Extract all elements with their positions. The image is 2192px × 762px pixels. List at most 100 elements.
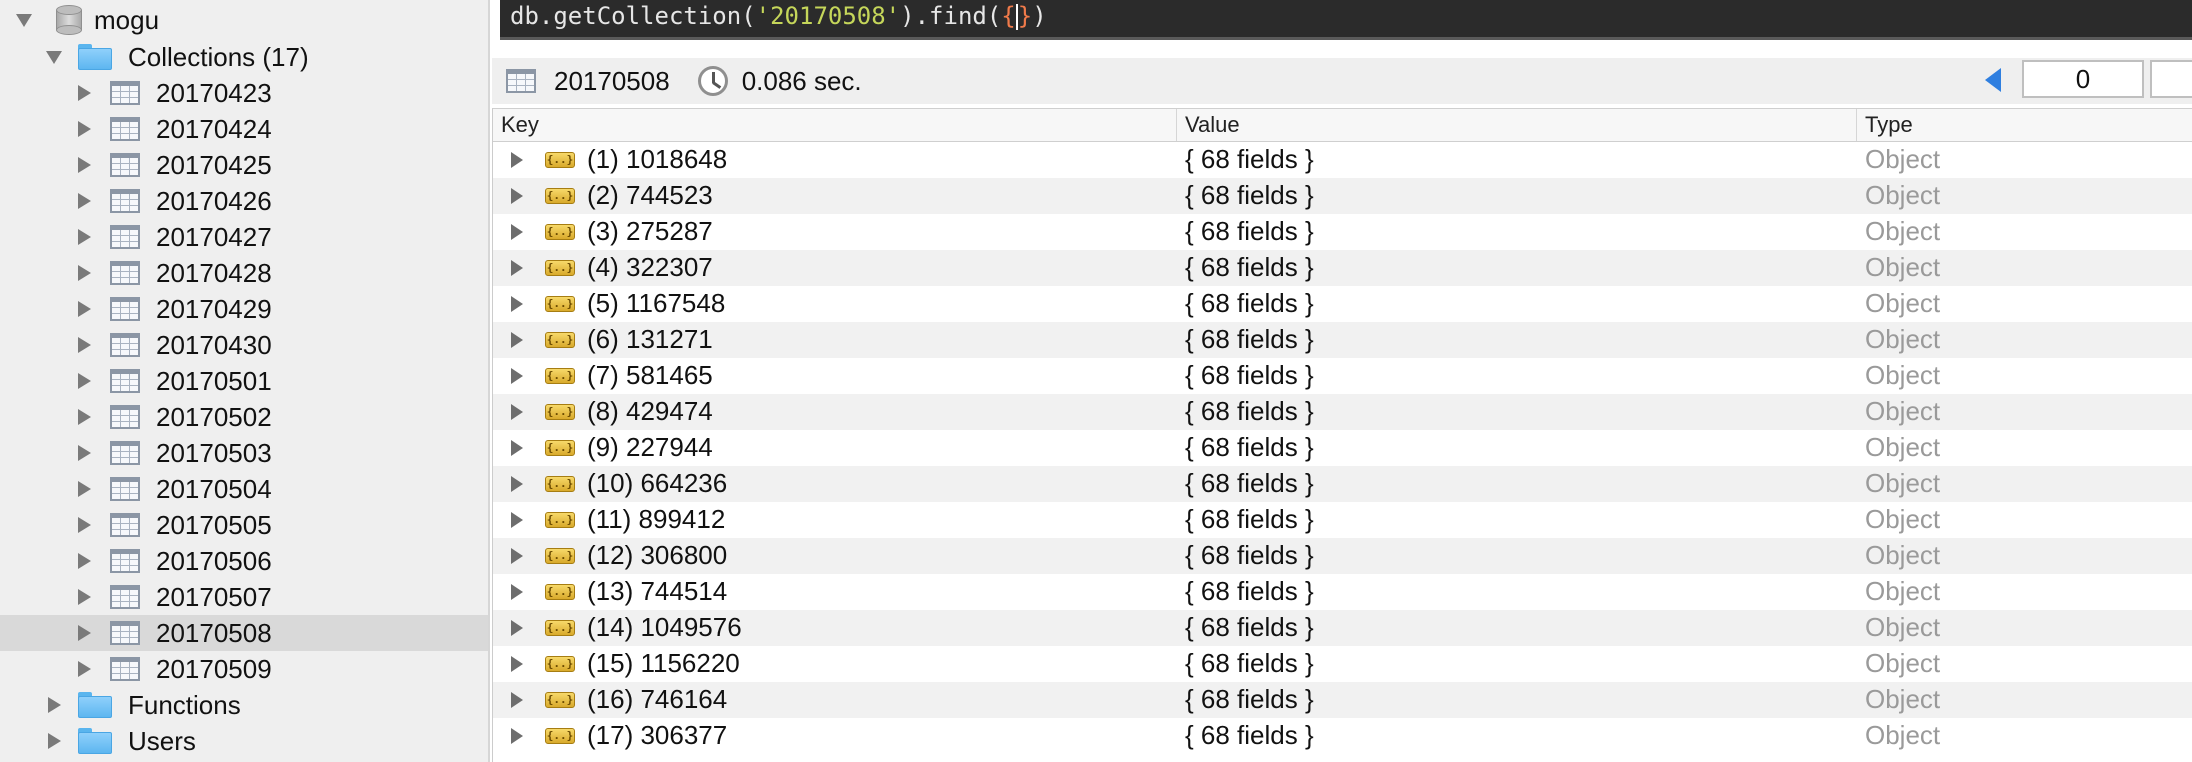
expand-triangle-icon[interactable] bbox=[72, 363, 96, 399]
collection-item[interactable]: 20170428 bbox=[0, 255, 488, 291]
expand-triangle-icon[interactable] bbox=[72, 615, 96, 651]
column-header-value[interactable]: Value bbox=[1177, 109, 1857, 141]
expand-triangle-icon[interactable] bbox=[511, 296, 523, 312]
table-row[interactable]: {..} (16) 746164 { 68 fields } Object bbox=[493, 682, 2192, 718]
object-icon: {..} bbox=[545, 620, 575, 636]
expand-triangle-icon[interactable] bbox=[72, 75, 96, 111]
table-row[interactable]: {..} (4) 322307 { 68 fields } Object bbox=[493, 250, 2192, 286]
table-row[interactable]: {..} (10) 664236 { 68 fields } Object bbox=[493, 466, 2192, 502]
expand-triangle-icon[interactable] bbox=[511, 584, 523, 600]
expand-triangle-icon[interactable] bbox=[511, 620, 523, 636]
expand-triangle-icon[interactable] bbox=[511, 548, 523, 564]
table-row[interactable]: {..} (1) 1018648 { 68 fields } Object bbox=[493, 142, 2192, 178]
collection-name: 20170505 bbox=[156, 509, 272, 540]
tree-node-users[interactable]: Users bbox=[0, 723, 488, 759]
expand-triangle-icon[interactable] bbox=[511, 224, 523, 240]
table-row[interactable]: {..} (14) 1049576 { 68 fields } Object bbox=[493, 610, 2192, 646]
row-type: Object bbox=[1865, 684, 1941, 714]
expand-triangle-icon[interactable] bbox=[72, 471, 96, 507]
collection-item[interactable]: 20170506 bbox=[0, 543, 488, 579]
object-icon: {..} bbox=[545, 692, 575, 708]
expand-triangle-icon[interactable] bbox=[72, 111, 96, 147]
expand-triangle-icon[interactable] bbox=[511, 332, 523, 348]
expand-triangle-icon[interactable] bbox=[72, 291, 96, 327]
sidebar-tree: mogu Collections (17) 20170423 20170424 20… bbox=[0, 0, 490, 762]
table-row[interactable]: {..} (6) 131271 { 68 fields } Object bbox=[493, 322, 2192, 358]
expand-triangle-icon[interactable] bbox=[72, 651, 96, 687]
expand-triangle-icon[interactable] bbox=[72, 219, 96, 255]
table-row[interactable]: {..} (13) 744514 { 68 fields } Object bbox=[493, 574, 2192, 610]
table-row[interactable]: {..} (7) 581465 { 68 fields } Object bbox=[493, 358, 2192, 394]
query-editor[interactable]: db.getCollection('20170508').find({}) bbox=[500, 0, 2192, 40]
expand-triangle-icon[interactable] bbox=[511, 728, 523, 744]
collection-item[interactable]: 20170505 bbox=[0, 507, 488, 543]
object-icon: {..} bbox=[545, 728, 575, 744]
collection-item[interactable]: 20170427 bbox=[0, 219, 488, 255]
expand-triangle-icon[interactable] bbox=[72, 327, 96, 363]
tree-node-database[interactable]: mogu bbox=[0, 2, 488, 38]
table-row[interactable]: {..} (3) 275287 { 68 fields } Object bbox=[493, 214, 2192, 250]
previous-page-arrow-icon[interactable] bbox=[1985, 68, 2001, 92]
tree-node-collections[interactable]: Collections (17) bbox=[0, 39, 488, 75]
collapse-triangle-icon[interactable] bbox=[12, 2, 36, 38]
table-row[interactable]: {..} (17) 306377 { 68 fields } Object bbox=[493, 718, 2192, 754]
table-row[interactable]: {..} (2) 744523 { 68 fields } Object bbox=[493, 178, 2192, 214]
collection-item[interactable]: 20170424 bbox=[0, 111, 488, 147]
table-row[interactable]: {..} (9) 227944 { 68 fields } Object bbox=[493, 430, 2192, 466]
page-start-input[interactable] bbox=[2022, 60, 2144, 98]
collection-item[interactable]: 20170430 bbox=[0, 327, 488, 363]
collection-item[interactable]: 20170429 bbox=[0, 291, 488, 327]
table-row[interactable]: {..} (12) 306800 { 68 fields } Object bbox=[493, 538, 2192, 574]
collection-item[interactable]: 20170501 bbox=[0, 363, 488, 399]
page-size-input[interactable] bbox=[2150, 60, 2192, 98]
collection-item[interactable]: 20170503 bbox=[0, 435, 488, 471]
expand-triangle-icon[interactable] bbox=[511, 404, 523, 420]
row-type: Object bbox=[1865, 144, 1941, 174]
table-row[interactable]: {..} (11) 899412 { 68 fields } Object bbox=[493, 502, 2192, 538]
row-type: Object bbox=[1865, 396, 1941, 426]
expand-triangle-icon[interactable] bbox=[511, 512, 523, 528]
tree-node-functions[interactable]: Functions bbox=[0, 687, 488, 723]
expand-triangle-icon[interactable] bbox=[511, 476, 523, 492]
collection-item[interactable]: 20170509 bbox=[0, 651, 488, 687]
table-row[interactable]: {..} (5) 1167548 { 68 fields } Object bbox=[493, 286, 2192, 322]
expand-triangle-icon[interactable] bbox=[511, 692, 523, 708]
collection-item[interactable]: 20170507 bbox=[0, 579, 488, 615]
column-header-type[interactable]: Type bbox=[1857, 109, 2192, 141]
row-value: { 68 fields } bbox=[1185, 360, 1314, 390]
expand-triangle-icon[interactable] bbox=[511, 188, 523, 204]
expand-triangle-icon[interactable] bbox=[511, 656, 523, 672]
table-row[interactable]: {..} (8) 429474 { 68 fields } Object bbox=[493, 394, 2192, 430]
expand-triangle-icon[interactable] bbox=[72, 147, 96, 183]
expand-triangle-icon[interactable] bbox=[42, 687, 66, 723]
column-header-key[interactable]: Key bbox=[493, 109, 1177, 141]
collection-item[interactable]: 20170502 bbox=[0, 399, 488, 435]
expand-triangle-icon[interactable] bbox=[72, 507, 96, 543]
expand-triangle-icon[interactable] bbox=[72, 543, 96, 579]
collection-name: 20170507 bbox=[156, 581, 272, 612]
expand-triangle-icon[interactable] bbox=[72, 579, 96, 615]
expand-triangle-icon[interactable] bbox=[72, 183, 96, 219]
expand-triangle-icon[interactable] bbox=[511, 152, 523, 168]
expand-triangle-icon[interactable] bbox=[72, 255, 96, 291]
collection-item[interactable]: 20170423 bbox=[0, 75, 488, 111]
expand-triangle-icon[interactable] bbox=[42, 723, 66, 759]
row-key: (3) 275287 bbox=[587, 216, 713, 246]
expand-triangle-icon[interactable] bbox=[511, 368, 523, 384]
table-icon bbox=[110, 81, 140, 105]
collection-item[interactable]: 20170508 bbox=[0, 615, 488, 651]
collection-name: 20170426 bbox=[156, 185, 272, 216]
query-open-brace: { bbox=[1001, 2, 1016, 30]
expand-triangle-icon[interactable] bbox=[72, 435, 96, 471]
table-row[interactable]: {..} (15) 1156220 { 68 fields } Object bbox=[493, 646, 2192, 682]
collapse-triangle-icon[interactable] bbox=[42, 39, 66, 75]
row-key: (5) 1167548 bbox=[587, 288, 726, 318]
expand-triangle-icon[interactable] bbox=[511, 260, 523, 276]
expand-triangle-icon[interactable] bbox=[511, 440, 523, 456]
collection-name: 20170430 bbox=[156, 329, 272, 360]
row-value: { 68 fields } bbox=[1185, 576, 1314, 606]
collection-item[interactable]: 20170426 bbox=[0, 183, 488, 219]
collection-item[interactable]: 20170504 bbox=[0, 471, 488, 507]
expand-triangle-icon[interactable] bbox=[72, 399, 96, 435]
collection-item[interactable]: 20170425 bbox=[0, 147, 488, 183]
